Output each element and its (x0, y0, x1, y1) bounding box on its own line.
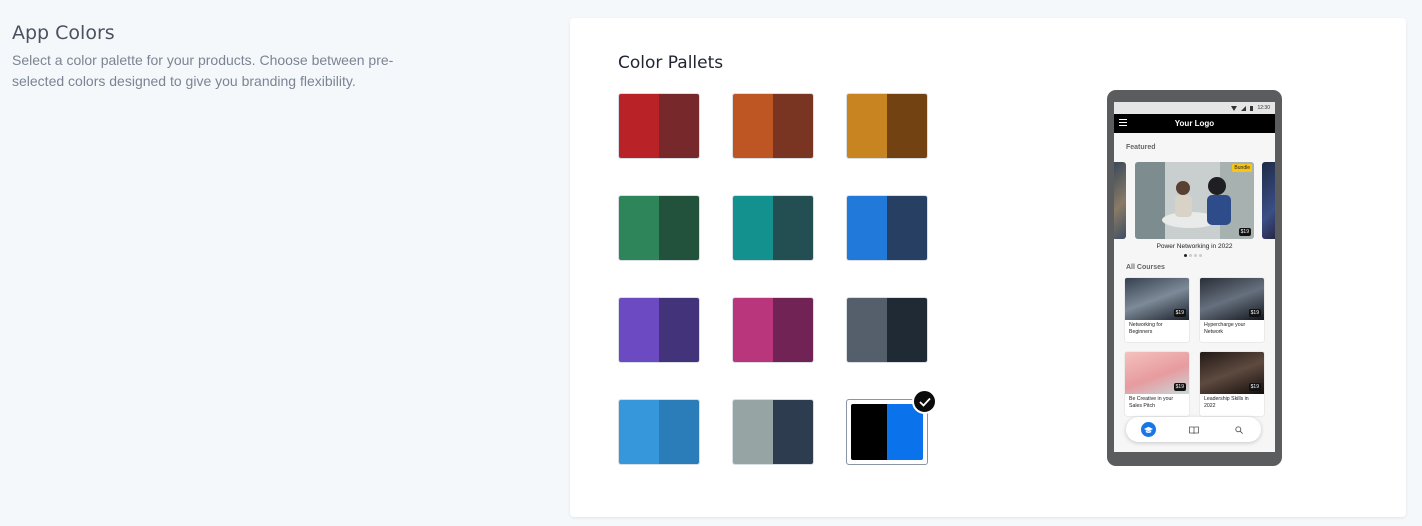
color-palette-swatch[interactable] (618, 399, 700, 465)
color-palette-swatch[interactable] (618, 297, 700, 363)
primary-color-half (733, 196, 773, 260)
all-courses-label: All Courses (1126, 264, 1165, 271)
primary-color-half (847, 298, 887, 362)
course-card[interactable]: $19 Leadership Skills in 2022 (1200, 352, 1264, 416)
color-palette-swatch[interactable] (618, 195, 700, 261)
color-palette-card: Color Pallets 12:30 Your Logo Featured B… (570, 18, 1406, 517)
primary-color-half (733, 298, 773, 362)
primary-color-half (851, 404, 887, 460)
color-palette-swatch[interactable] (732, 399, 814, 465)
course-card[interactable]: $19 Hypercharge your Network (1200, 278, 1264, 342)
phone-preview: 12:30 Your Logo Featured Bundle $19 Powe… (1107, 90, 1282, 466)
course-card[interactable]: $19 Networking for Beginners (1125, 278, 1189, 342)
app-bar: Your Logo (1114, 114, 1275, 133)
status-bar: 12:30 (1114, 102, 1275, 114)
app-logo-text: Your Logo (1174, 119, 1215, 128)
book-icon (1188, 426, 1199, 434)
featured-card-next[interactable] (1262, 162, 1275, 239)
featured-label: Featured (1126, 144, 1156, 151)
secondary-color-half (887, 196, 927, 260)
course-title: Be Creative in your Sales Pitch (1129, 396, 1174, 409)
primary-color-half (619, 400, 659, 464)
section-title: App Colors (12, 22, 115, 44)
featured-course-title: Power Networking in 2022 (1156, 243, 1233, 250)
color-palette-swatch[interactable] (732, 93, 814, 159)
primary-color-half (733, 400, 773, 464)
search-icon (1234, 425, 1243, 434)
primary-color-half (619, 298, 659, 362)
secondary-color-half (773, 196, 813, 260)
course-price: $19 (1248, 383, 1261, 391)
color-palette-swatch[interactable] (732, 195, 814, 261)
color-palette-swatch[interactable] (846, 93, 928, 159)
secondary-color-half (773, 400, 813, 464)
primary-color-half (619, 94, 659, 158)
section-description: Select a color palette for your products… (12, 52, 394, 89)
hamburger-menu-icon[interactable] (1119, 119, 1127, 128)
course-price: $19 (1173, 383, 1186, 391)
app-colors-section-intro: App Colors Select a color palette for yo… (12, 22, 412, 92)
status-time: 12:30 (1257, 105, 1270, 111)
secondary-color-half (773, 94, 813, 158)
bundle-badge: Bundle (1232, 164, 1252, 172)
secondary-color-half (659, 196, 699, 260)
primary-color-half (847, 94, 887, 158)
primary-color-half (619, 196, 659, 260)
wifi-icon (1231, 105, 1238, 111)
featured-card-prev[interactable] (1114, 162, 1126, 239)
featured-price: $19 (1238, 228, 1251, 236)
primary-color-half (847, 196, 887, 260)
signal-icon (1241, 105, 1247, 111)
color-palette-swatch[interactable] (846, 297, 928, 363)
featured-course-image (1135, 162, 1254, 239)
selected-check-icon (912, 389, 937, 414)
secondary-color-half (887, 298, 927, 362)
color-palette-swatch[interactable] (846, 195, 928, 261)
nav-library-button[interactable] (1186, 422, 1201, 437)
secondary-color-half (659, 400, 699, 464)
nav-search-button[interactable] (1231, 422, 1246, 437)
course-card[interactable]: $19 Be Creative in your Sales Pitch (1125, 352, 1189, 416)
course-price: $19 (1173, 309, 1186, 317)
nav-courses-button[interactable] (1141, 422, 1156, 437)
course-title: Networking for Beginners (1129, 322, 1163, 335)
featured-card[interactable]: Bundle $19 (1135, 162, 1254, 239)
secondary-color-half (659, 298, 699, 362)
phone-screen: 12:30 Your Logo Featured Bundle $19 Powe… (1114, 102, 1275, 452)
course-price: $19 (1248, 309, 1261, 317)
course-title: Hypercharge your Network (1204, 322, 1246, 335)
color-pallets-heading: Color Pallets (618, 53, 724, 73)
primary-color-half (733, 94, 773, 158)
battery-icon (1250, 105, 1254, 111)
secondary-color-half (773, 298, 813, 362)
course-title: Leadership Skills in 2022 (1204, 396, 1249, 409)
bottom-navigation (1126, 417, 1261, 442)
secondary-color-half (659, 94, 699, 158)
color-palette-swatch[interactable] (732, 297, 814, 363)
carousel-dots[interactable] (1184, 254, 1202, 257)
graduation-cap-icon (1144, 426, 1153, 433)
color-palette-swatch[interactable] (618, 93, 700, 159)
secondary-color-half (887, 94, 927, 158)
